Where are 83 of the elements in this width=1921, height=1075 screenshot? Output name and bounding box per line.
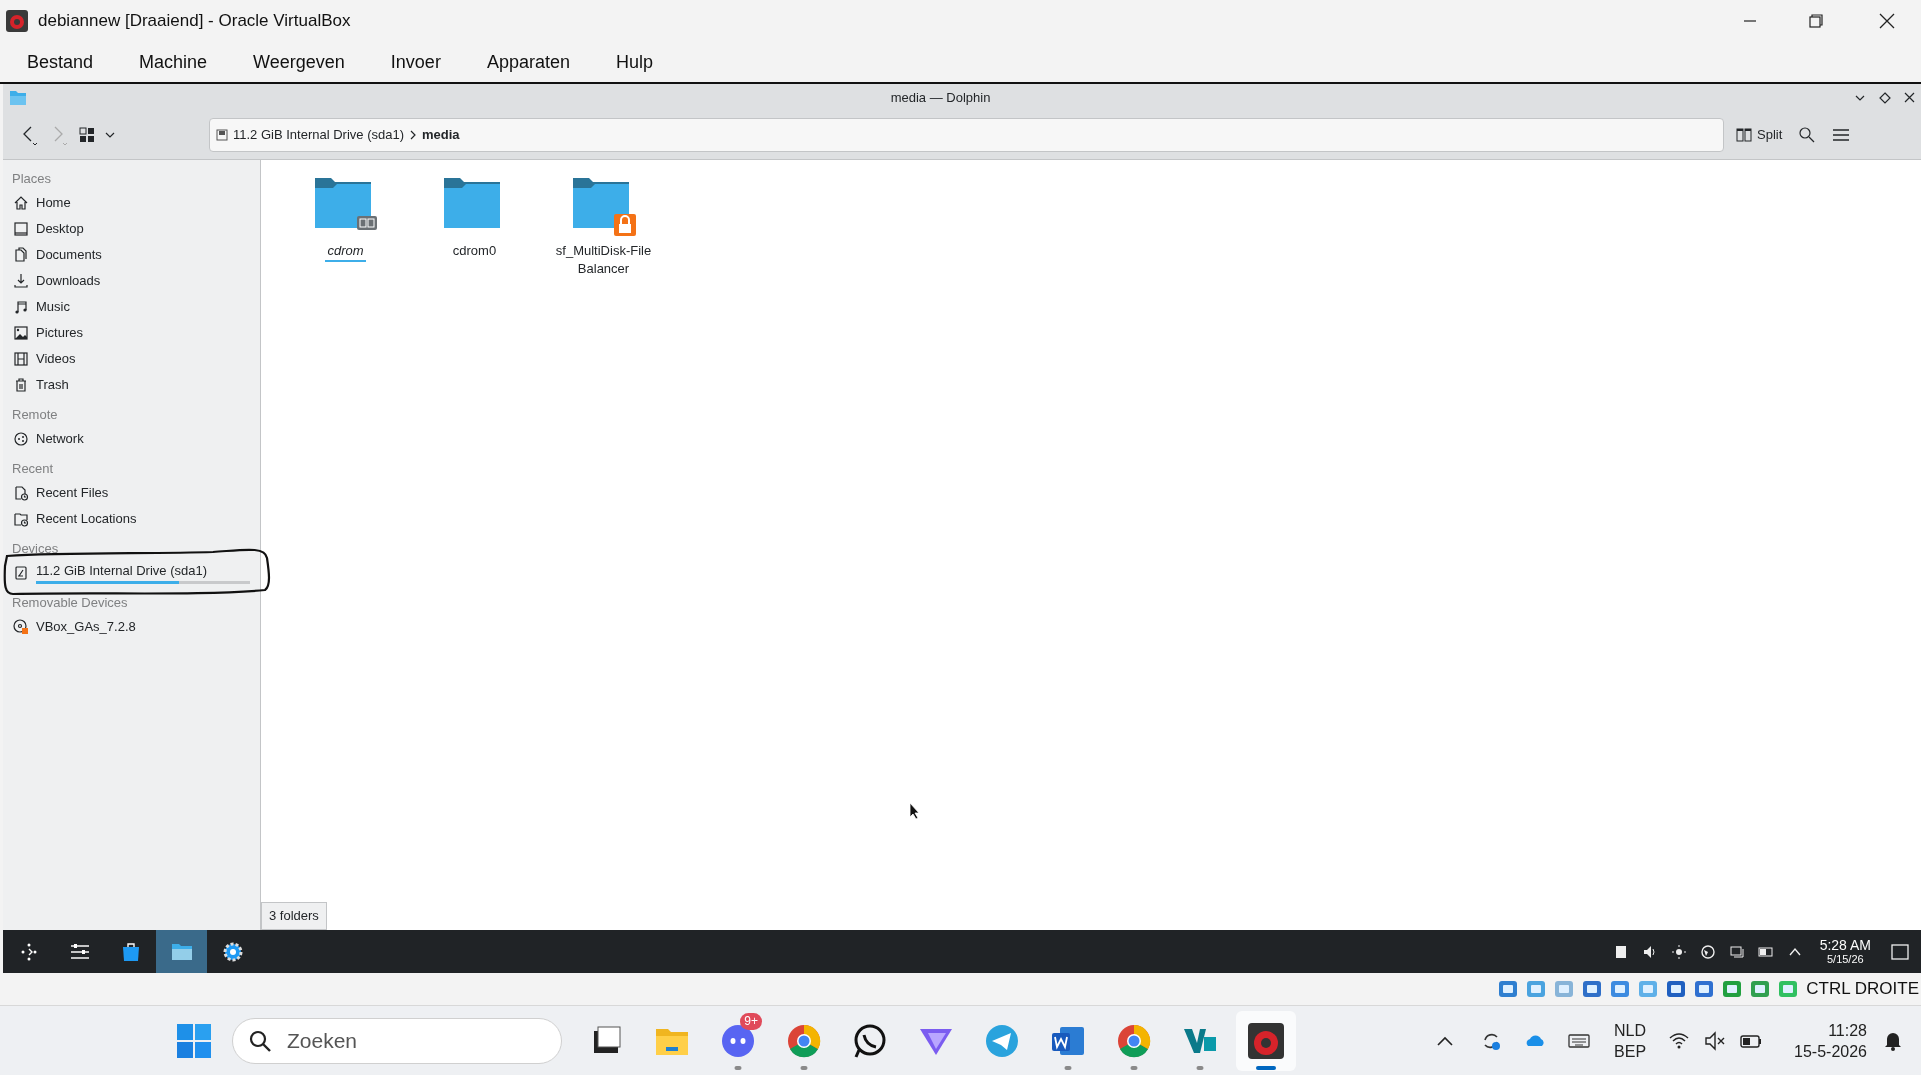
- music-note-icon: [13, 299, 29, 315]
- sidebar-item[interactable]: Music: [3, 294, 260, 320]
- folder-name: cdrom: [325, 242, 366, 262]
- sidebar-item[interactable]: Documents: [3, 242, 260, 268]
- app-logo-icon: [6, 10, 28, 32]
- taskbar-app[interactable]: [1236, 1010, 1296, 1071]
- section-heading: Removable Devices: [11, 594, 129, 613]
- display-icon[interactable]: [1728, 943, 1745, 960]
- sidebar-item[interactable]: Trash: [3, 372, 260, 398]
- location-bar[interactable]: 11.2 GiB Internal Drive (sda1) media: [209, 118, 1724, 152]
- layout-label: BEP: [1614, 1041, 1647, 1062]
- folder-item[interactable]: cdrom0: [410, 170, 539, 260]
- section-heading: Places: [11, 170, 53, 189]
- split-view-icon: [1736, 127, 1752, 143]
- download-icon: [13, 273, 29, 289]
- close-icon[interactable]: [1879, 13, 1895, 29]
- menu-item[interactable]: Bestand: [10, 42, 111, 82]
- image-icon: [13, 325, 29, 341]
- close-icon[interactable]: [1904, 92, 1915, 103]
- document-icon: [13, 247, 29, 263]
- menu-item[interactable]: Invoer: [373, 42, 458, 82]
- menu-item[interactable]: Weergeven: [236, 42, 362, 82]
- window-title: media — Dolphin: [890, 88, 991, 107]
- host-key-label: CTRL DROITE: [1806, 978, 1919, 1001]
- menu-item[interactable]: Apparaten: [469, 42, 587, 82]
- home-icon: [13, 195, 29, 211]
- clock-date[interactable]: 15-5-2026: [1794, 1040, 1867, 1062]
- sidebar-label: 11.2 GiB Internal Drive (sda1): [36, 562, 208, 579]
- show-desktop-icon[interactable]: [1891, 943, 1909, 960]
- notification-badge: 9+: [740, 1012, 762, 1030]
- folder-locked-icon: [570, 176, 637, 238]
- sidebar-item[interactable]: Network: [3, 426, 260, 452]
- recent-document-icon: [13, 485, 29, 501]
- start-icon[interactable]: [176, 1022, 212, 1059]
- language-label: NLD: [1614, 1020, 1647, 1041]
- search-icon[interactable]: [1798, 126, 1817, 144]
- menu-icon[interactable]: [1832, 127, 1851, 143]
- muted-speaker-icon[interactable]: [1704, 1029, 1727, 1052]
- globe-icon[interactable]: [1699, 943, 1716, 960]
- section-heading: Devices: [11, 540, 60, 559]
- sidebar-item[interactable]: VBox_GAs_7.2.8: [3, 614, 260, 640]
- sidebar-item[interactable]: Home: [3, 190, 260, 216]
- folder-item[interactable]: cdrom: [281, 170, 410, 262]
- folder-item[interactable]: sf_MultiDisk-File Balancer: [539, 170, 668, 278]
- search-field[interactable]: Zoeken: [232, 1017, 562, 1064]
- menu-item[interactable]: Machine: [122, 42, 225, 82]
- breadcrumb-item[interactable]: media: [422, 125, 460, 145]
- mouse-pointer-icon: [909, 802, 921, 820]
- taskbar-app[interactable]: 9+: [708, 1010, 768, 1071]
- input-language[interactable]: NLD BEP: [1614, 1019, 1647, 1062]
- trash-icon: [13, 377, 29, 393]
- film-icon: [13, 351, 29, 367]
- drive-icon: [216, 129, 228, 141]
- monitor-icon: [13, 221, 29, 237]
- recent-folder-icon: [13, 511, 29, 527]
- disc-icon: [13, 619, 29, 635]
- network-icon: [13, 431, 29, 447]
- restore-icon[interactable]: [1809, 14, 1823, 28]
- status-label: 3 folders: [261, 902, 327, 930]
- clock-date[interactable]: 5/15/26: [1826, 951, 1864, 966]
- breadcrumb-item[interactable]: 11.2 GiB Internal Drive (sda1): [233, 125, 404, 145]
- sidebar-item[interactable]: Desktop: [3, 216, 260, 242]
- brightness-icon[interactable]: [1670, 943, 1687, 960]
- menu-item[interactable]: Hulp: [598, 42, 670, 82]
- sidebar-item[interactable]: Recent Locations: [3, 506, 260, 532]
- section-heading: Recent: [11, 460, 55, 479]
- folder-name: sf_MultiDisk-File Balancer: [554, 242, 653, 278]
- clock-time[interactable]: 5:28 AM: [1819, 937, 1871, 952]
- sidebar-item[interactable]: Videos: [3, 346, 260, 372]
- clock-time[interactable]: 11:28: [1828, 1019, 1867, 1041]
- chevron-right-icon: [408, 129, 418, 141]
- section-heading: Remote: [11, 406, 59, 425]
- diamond-icon[interactable]: [1879, 91, 1891, 104]
- window-title: debiannew [Draaiend] - Oracle VirtualBox: [38, 10, 351, 33]
- sidebar-item[interactable]: Recent Files: [3, 480, 260, 506]
- search-icon: [248, 1028, 272, 1053]
- sidebar-item[interactable]: Downloads: [3, 268, 260, 294]
- folder-name: cdrom0: [452, 242, 497, 260]
- app-logo-icon: [1246, 1020, 1286, 1061]
- folder-icon: [9, 89, 27, 106]
- drive-icon: [13, 565, 29, 581]
- split-button[interactable]: Split: [1736, 125, 1783, 145]
- sidebar-item[interactable]: Pictures: [3, 320, 260, 346]
